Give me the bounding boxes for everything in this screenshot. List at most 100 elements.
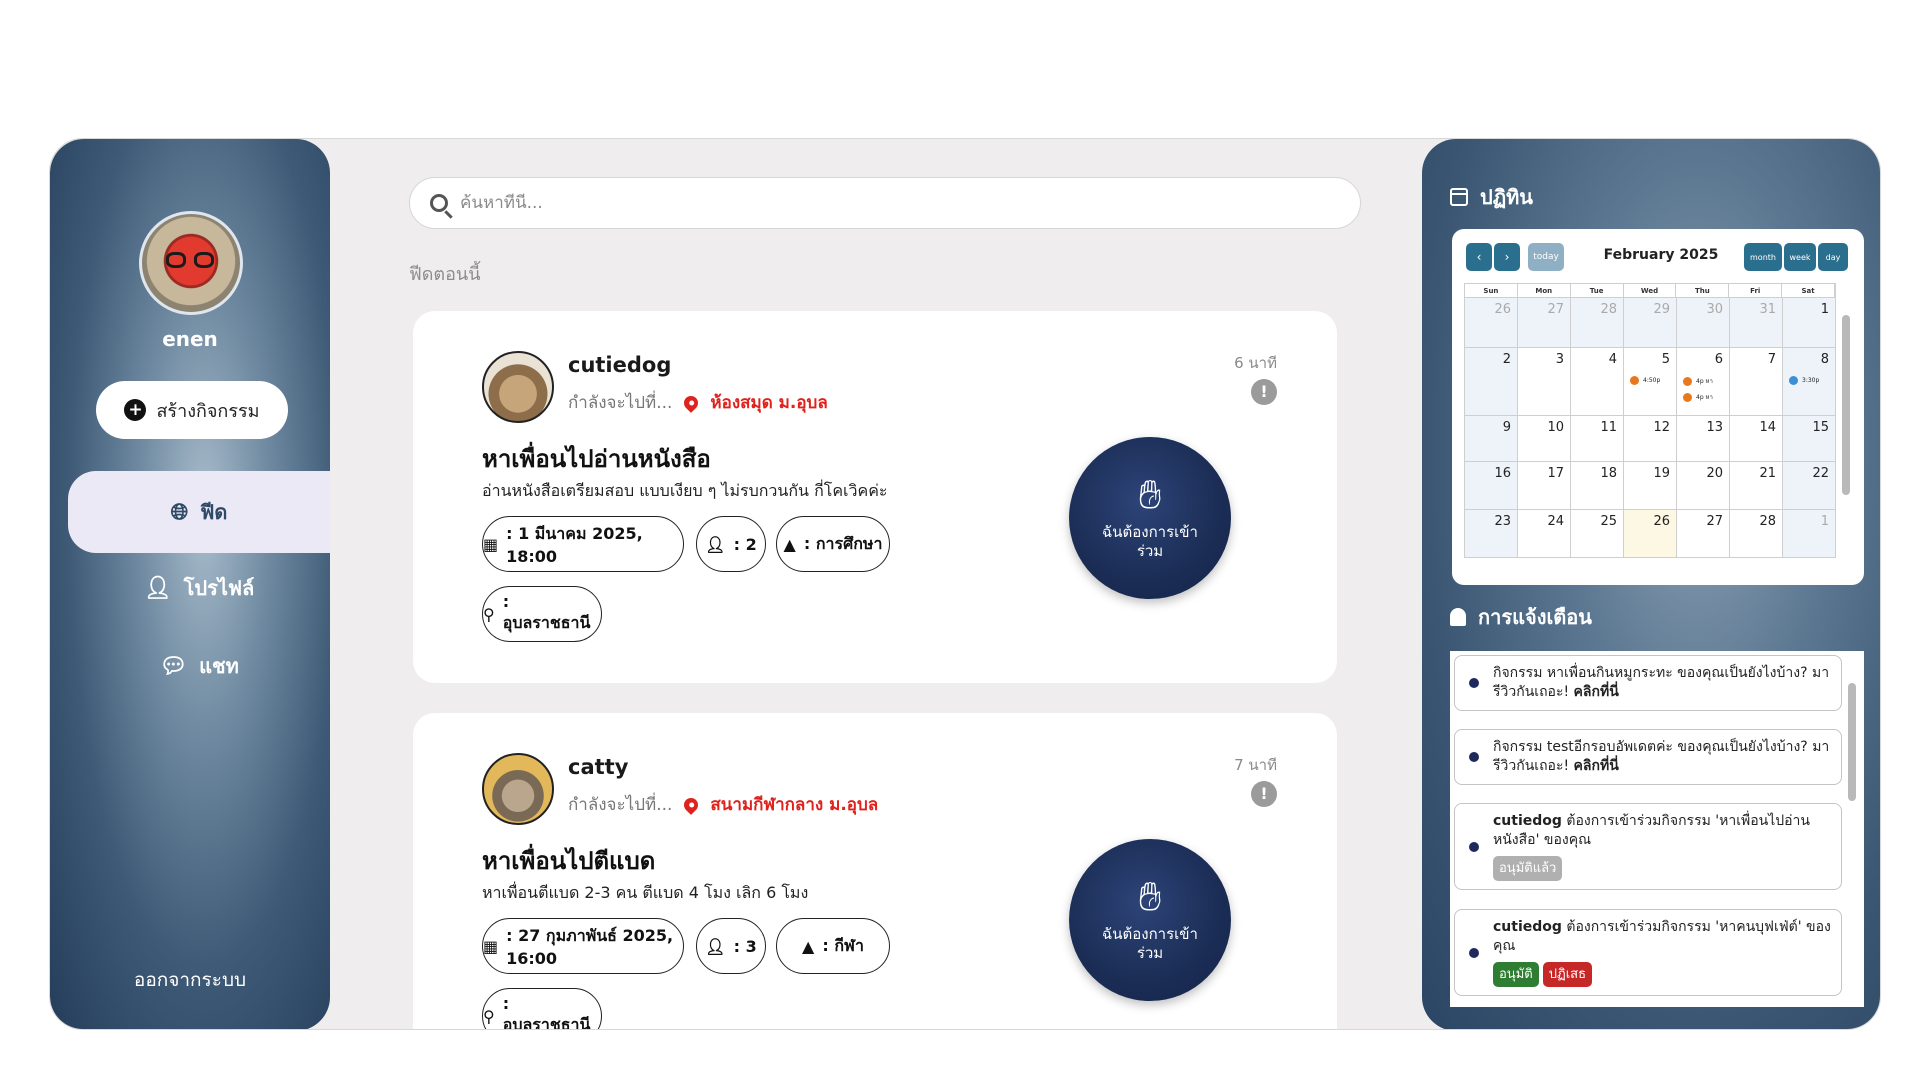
post-author-name[interactable]: cutiedog [568, 353, 671, 377]
search-bar[interactable] [409, 177, 1361, 229]
review-link[interactable]: คลิกที่นี่ [1574, 684, 1619, 700]
calendar-day[interactable]: 15 [1783, 416, 1836, 462]
calendar-day[interactable]: 12 [1624, 416, 1677, 462]
reject-button[interactable]: ปฏิเสธ [1542, 961, 1593, 988]
calendar-day[interactable]: 3 [1518, 348, 1571, 416]
post-place[interactable]: สนามกีฬากลาง ม.อุบล [710, 791, 878, 818]
calendar-day[interactable]: 27 [1518, 298, 1571, 348]
event-dot [1683, 376, 1692, 386]
calendar-day-5[interactable]: 5 4:50p [1624, 348, 1677, 416]
nav-item-label: ฟีด [200, 500, 228, 524]
calendar-day[interactable]: 21 [1730, 462, 1783, 510]
category-chip: ▲ : การศึกษา [776, 516, 890, 572]
calendar-day[interactable]: 2 [1465, 348, 1518, 416]
calendar-day-8[interactable]: 8 3:30p [1783, 348, 1836, 416]
app-window: enen + สร้างกิจกรรม 🌐︎ ฟีด 👤︎ โปรไฟล์ 💬︎… [49, 138, 1881, 1030]
calendar-day[interactable]: 1 [1783, 510, 1836, 558]
avatar[interactable] [139, 211, 243, 315]
event-label: 4:50p [1643, 377, 1661, 384]
event-dot [1683, 392, 1692, 402]
feed-section-title: ฟีดตอนนี้ [409, 264, 481, 285]
search-icon [430, 194, 448, 212]
nav-item-profile[interactable]: 👤︎ โปรไฟล์ [68, 547, 330, 629]
calendar-icon: ▦ [483, 534, 499, 554]
calendar-day[interactable]: 19 [1624, 462, 1677, 510]
approve-button[interactable]: อนุมัติ [1493, 961, 1539, 988]
calendar-event[interactable]: 4p หา [1683, 376, 1713, 386]
user-icon: 👤︎ [143, 575, 172, 601]
nav-item-feed[interactable]: 🌐︎ ฟีด [68, 471, 330, 553]
calendar-day-today[interactable]: 26 [1624, 510, 1677, 558]
calendar-day[interactable]: 28 [1571, 298, 1624, 348]
calendar-scrollbar[interactable] [1840, 283, 1850, 568]
calendar-event[interactable]: 3:30p [1789, 376, 1819, 385]
hand-icon: ✋︎ [1138, 471, 1162, 518]
notification-user[interactable]: cutiedog [1493, 919, 1562, 935]
calendar-day[interactable]: 26 [1465, 298, 1518, 348]
prev-month-button[interactable]: ‹ [1466, 243, 1492, 271]
people-chip: 👤︎ : 3 [696, 918, 766, 974]
calendar-day[interactable]: 28 [1730, 510, 1783, 558]
calendar-day[interactable]: 24 [1518, 510, 1571, 558]
nav-item-chat[interactable]: 💬︎ แชท [68, 625, 330, 707]
next-month-button[interactable]: › [1494, 243, 1520, 271]
create-activity-button[interactable]: + สร้างกิจกรรม [96, 381, 288, 439]
notification-item[interactable]: cutiedog ต้องการเข้าร่วมกิจกรรม 'หาคนบุฟ… [1454, 909, 1842, 997]
scrollbar-thumb[interactable] [1842, 315, 1850, 495]
post-author-avatar[interactable] [482, 753, 554, 825]
today-button[interactable]: today [1528, 243, 1564, 271]
report-icon[interactable]: ! [1251, 379, 1277, 405]
calendar-widget: ‹ › today February 2025 month week day S… [1452, 229, 1864, 585]
calendar-day[interactable]: 9 [1465, 416, 1518, 462]
report-icon[interactable]: ! [1251, 781, 1277, 807]
calendar-day[interactable]: 29 [1624, 298, 1677, 348]
globe-icon: 🌐︎ [170, 499, 189, 525]
calendar-day[interactable]: 31 [1730, 298, 1783, 348]
calendar-day-6[interactable]: 6 4p หา 4p หา [1677, 348, 1730, 416]
calendar-day[interactable]: 27 [1677, 510, 1730, 558]
notification-user[interactable]: cutiedog [1493, 813, 1562, 829]
calendar-day[interactable]: 4 [1571, 348, 1624, 416]
calendar-day[interactable]: 16 [1465, 462, 1518, 510]
day-view-button[interactable]: day [1818, 243, 1848, 271]
calendar-day[interactable]: 25 [1571, 510, 1624, 558]
calendar-day[interactable]: 20 [1677, 462, 1730, 510]
notifications-scrollbar[interactable] [1846, 659, 1858, 999]
calendar-day[interactable]: 13 [1677, 416, 1730, 462]
notifications-heading-label: การแจ้งเตือน [1478, 605, 1592, 629]
calendar-day[interactable]: 23 [1465, 510, 1518, 558]
calendar-week: 9 10 11 12 13 14 15 [1464, 416, 1836, 462]
calendar-day[interactable]: 10 [1518, 416, 1571, 462]
post-author-avatar[interactable] [482, 351, 554, 423]
right-panel: ปฏิทิน ‹ › today February 2025 month wee… [1422, 139, 1880, 1029]
notification-item[interactable]: cutiedog ต้องการเข้าร่วมกิจกรรม 'หาเพื่อ… [1454, 803, 1842, 891]
province-chip: ⚲ : อุบลราชธานี [482, 586, 602, 642]
post-description: หาเพื่อนตีแบด 2-3 คน ตีแบด 4 โมง เลิก 6 … [482, 883, 809, 902]
calendar-day[interactable]: 7 [1730, 348, 1783, 416]
province-chip-label: : อุบลราชธานี [502, 592, 591, 632]
post-time-ago: 7 นาที [1234, 756, 1277, 774]
month-view-button[interactable]: month [1744, 243, 1782, 271]
join-button[interactable]: ✋︎ ฉันต้องการเข้าร่วม [1069, 839, 1231, 1001]
review-link[interactable]: คลิกที่นี่ [1574, 758, 1619, 774]
post-author-name[interactable]: catty [568, 755, 628, 779]
calendar-day[interactable]: 11 [1571, 416, 1624, 462]
avatar-glasses-right [194, 252, 214, 268]
calendar-day[interactable]: 17 [1518, 462, 1571, 510]
notification-item[interactable]: กิจกรรม หาเพื่อนกินหมูกระทะ ของคุณเป็นยั… [1454, 655, 1842, 711]
calendar-day[interactable]: 22 [1783, 462, 1836, 510]
post-place[interactable]: ห้องสมุด ม.อุบล [710, 389, 827, 416]
calendar-event[interactable]: 4p หา [1683, 392, 1713, 402]
week-view-button[interactable]: week [1784, 243, 1816, 271]
notification-item[interactable]: กิจกรรม testอีกรอบอัพเดตค่ะ ของคุณเป็นยั… [1454, 729, 1842, 785]
calendar-day[interactable]: 30 [1677, 298, 1730, 348]
scrollbar-thumb[interactable] [1848, 683, 1856, 801]
logout-link[interactable]: ออกจากระบบ [50, 965, 330, 995]
calendar-day[interactable]: 18 [1571, 462, 1624, 510]
calendar-event[interactable]: 4:50p [1630, 376, 1660, 385]
notifications-heading: การแจ้งเตือน [1450, 601, 1592, 633]
join-button[interactable]: ✋︎ ฉันต้องการเข้าร่วม [1069, 437, 1231, 599]
calendar-day[interactable]: 14 [1730, 416, 1783, 462]
calendar-day[interactable]: 1 [1783, 298, 1836, 348]
search-input[interactable] [460, 193, 1320, 213]
